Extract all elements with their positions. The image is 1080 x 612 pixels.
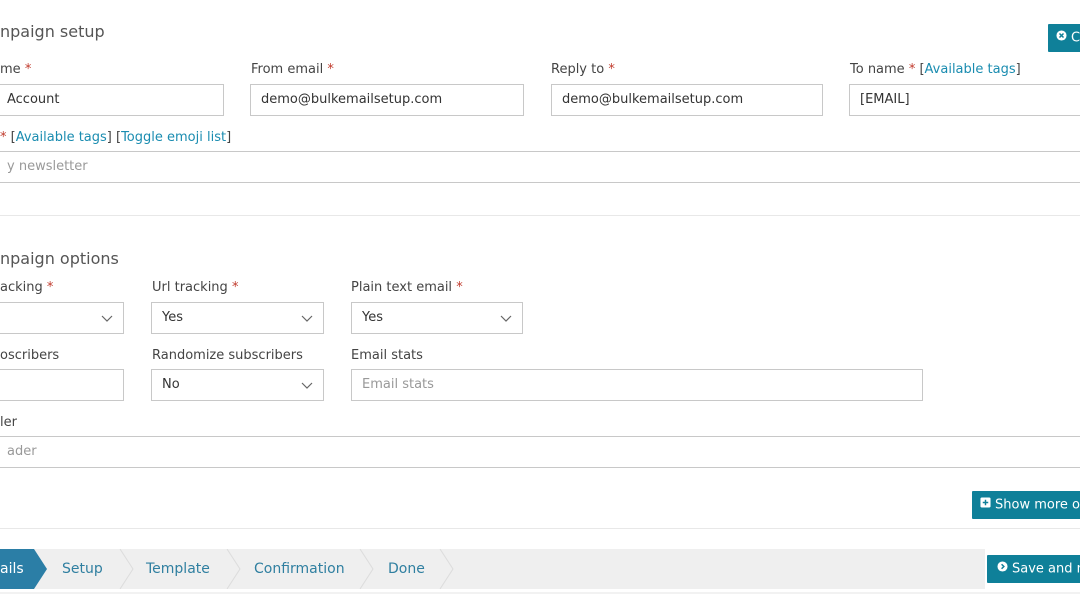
arrow-circle-right-icon (997, 555, 1008, 583)
campaign-setup-title: npaign setup (0, 22, 105, 41)
email-stats-label: Email stats (351, 348, 423, 363)
save-and-next-button[interactable]: Save and ne (987, 555, 1080, 583)
campaign-name-label: me * (0, 62, 32, 77)
bottom-border (0, 592, 1080, 594)
campaign-name-input[interactable]: Account (0, 84, 224, 116)
url-tracking-label: Url tracking * (152, 280, 239, 295)
subscribers-label: oscribers (0, 348, 60, 363)
chevron-down-icon (500, 315, 512, 322)
close-button-label: C (1071, 30, 1080, 46)
close-circle-icon (1056, 24, 1067, 52)
required-mark: * (24, 62, 32, 77)
preheader-input[interactable]: ader (0, 436, 1080, 468)
wizard-step-template[interactable]: Template (146, 549, 210, 589)
subscribers-input[interactable] (0, 369, 124, 401)
reply-to-label: Reply to * (551, 62, 615, 77)
from-email-label: From email * (251, 62, 334, 77)
randomize-subscribers-select[interactable]: No (151, 369, 324, 401)
plus-square-icon (980, 491, 991, 519)
toggle-emoji-list-link[interactable]: Toggle emoji list (121, 130, 226, 145)
to-name-available-tags-link[interactable]: Available tags (925, 62, 1016, 77)
wizard-step-done[interactable]: Done (388, 549, 425, 589)
wizard-step-details[interactable]: ails (0, 549, 24, 589)
chevron-down-icon (301, 382, 313, 389)
chevron-down-icon (101, 315, 113, 322)
email-stats-input[interactable]: Email stats (351, 369, 923, 401)
url-tracking-select[interactable]: Yes (151, 302, 324, 334)
to-name-input[interactable]: [EMAIL] (849, 84, 1080, 116)
chevron-down-icon (301, 315, 313, 322)
save-and-next-label: Save and ne (1012, 561, 1080, 577)
plain-text-email-select[interactable]: Yes (351, 302, 523, 334)
subject-label: * [Available tags] [Toggle emoji list] (0, 130, 232, 145)
subject-available-tags-link[interactable]: Available tags (16, 130, 107, 145)
show-more-options-button[interactable]: Show more op (972, 491, 1080, 519)
subject-input[interactable]: y newsletter (0, 151, 1080, 183)
to-name-label: To name * [Available tags] (850, 62, 1021, 77)
wizard-step-setup[interactable]: Setup (62, 549, 103, 589)
section-divider (0, 215, 1080, 216)
campaign-options-title: npaign options (0, 249, 119, 268)
plain-text-email-label: Plain text email * (351, 280, 463, 295)
required-mark: * (327, 62, 334, 77)
randomize-subscribers-label: Randomize subscribers (152, 348, 303, 363)
open-tracking-label: acking * (0, 280, 54, 295)
open-tracking-select[interactable] (0, 302, 124, 334)
reply-to-input[interactable]: demo@bulkemailsetup.com (551, 84, 823, 116)
show-more-options-label: Show more op (995, 497, 1080, 513)
wizard-step-confirmation[interactable]: Confirmation (254, 549, 345, 589)
required-mark: * (608, 62, 615, 77)
required-mark: * (908, 62, 916, 77)
from-email-input[interactable]: demo@bulkemailsetup.com (250, 84, 524, 116)
section-divider (0, 528, 1080, 529)
preheader-label: ler (0, 415, 17, 430)
close-button[interactable]: C (1048, 24, 1080, 52)
